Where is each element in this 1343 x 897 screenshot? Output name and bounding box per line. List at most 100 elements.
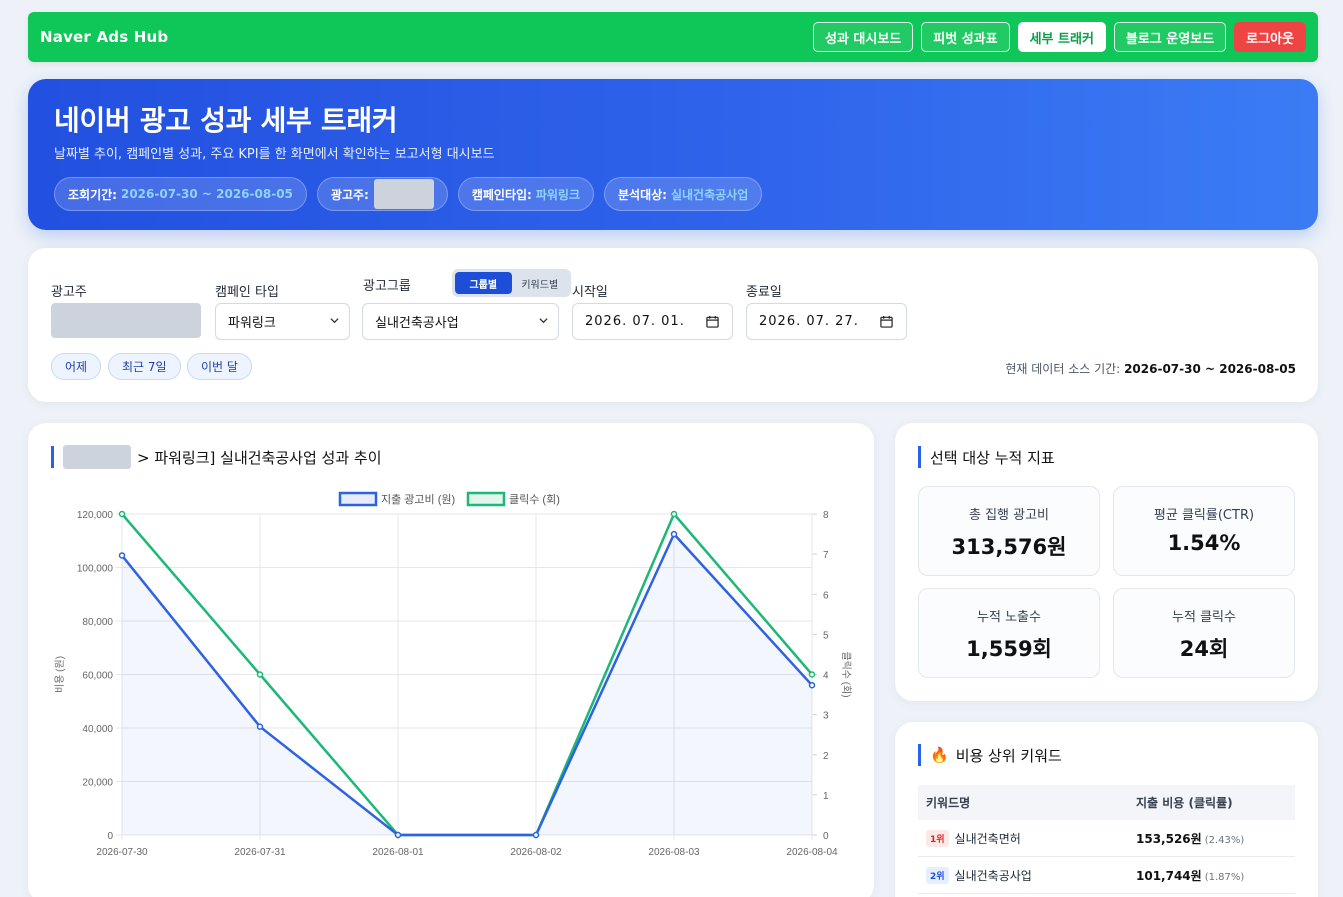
data-source-period: 현재 데이터 소스 기간: 2026-07-30 ~ 2026-08-05 — [1005, 360, 1296, 377]
campaign-type-chip-label: 캠페인타입: — [471, 187, 532, 202]
page-title: 네이버 광고 성과 세부 트래커 — [54, 104, 398, 137]
keyword-cost: 153,526원 — [1136, 831, 1202, 846]
campaign-type-chip-value: 파워링크 — [535, 187, 580, 202]
spend-data-point — [808, 681, 816, 689]
kpi-label: 총 집행 광고비 — [968, 508, 1050, 523]
keyword-name: 실내건축면허 — [954, 831, 1021, 846]
y-tick-label: 60,000 — [82, 671, 113, 682]
calendar-icon[interactable] — [706, 315, 719, 328]
kpi-title: 선택 대상 누적 지표 — [918, 446, 1055, 468]
y-tick-label: 0 — [107, 831, 113, 842]
col-keyword-name: 키워드명 — [926, 796, 971, 810]
hero-banner: 네이버 광고 성과 세부 트래커 날짜별 추이, 캠페인별 성과, 주요 KPI… — [28, 79, 1318, 230]
y-tick-label: 80,000 — [82, 617, 113, 628]
keyword-cost: 101,744원 — [1136, 868, 1202, 883]
campaign-type-select-value: 파워링크 — [228, 316, 276, 331]
y-axis-label: 비용 (원) — [54, 656, 66, 693]
nav-detail-tracker-button[interactable]: 세부 트래커 — [1017, 22, 1106, 52]
legend-label-clicks: 클릭수 (회) — [509, 493, 560, 506]
table-row[interactable]: 2위 실내건축공사업 101,744원 (1.87%) — [918, 857, 1295, 894]
keyword-ctr: (1.87%) — [1204, 871, 1245, 883]
table-header: 키워드명 지출 비용 (클릭률) — [918, 785, 1295, 820]
advertiser-chip: 광고주: — [316, 177, 448, 211]
campaign-type-select[interactable]: 파워링크 — [215, 303, 350, 340]
x-tick-label: 2026-07-31 — [234, 847, 286, 858]
chevron-down-icon — [539, 318, 548, 324]
end-date-value: 2026. 07. 27. — [759, 314, 859, 329]
x-tick-label: 2026-08-02 — [510, 847, 562, 858]
y2-tick-label: 3 — [823, 711, 829, 722]
nav-pivot-table-button[interactable]: 피벗 성과표 — [921, 22, 1010, 52]
y-tick-label: 100,000 — [77, 564, 114, 575]
y2-tick-label: 8 — [823, 510, 829, 521]
nav-blog-board-button[interactable]: 블로그 운영보드 — [1113, 22, 1227, 52]
kpi-label: 누적 노출수 — [977, 610, 1041, 625]
period-chip-label: 조회기간: — [68, 187, 117, 202]
kpi-card: 선택 대상 누적 지표 총 집행 광고비 313,576원 평균 클릭률(CTR… — [895, 423, 1318, 701]
chevron-down-icon — [330, 318, 339, 324]
kpi-total-spend: 총 집행 광고비 313,576원 — [918, 486, 1100, 576]
start-date-label: 시작일 — [572, 285, 608, 300]
y2-tick-label: 7 — [823, 550, 829, 561]
adgroup-select-value: 실내건축공사업 — [375, 316, 459, 331]
kpi-clicks: 누적 클릭수 24회 — [1113, 588, 1295, 678]
rank-badge: 1위 — [926, 829, 949, 847]
y2-tick-label: 1 — [823, 791, 829, 802]
clicks-data-point — [670, 510, 678, 518]
y2-tick-label: 5 — [823, 630, 829, 641]
kpi-avg-ctr: 평균 클릭률(CTR) 1.54% — [1113, 486, 1295, 576]
legend-label-spend: 지출 광고비 (원) — [381, 493, 455, 506]
kpi-value: 1.54% — [1167, 531, 1241, 555]
brand-logo[interactable]: Naver Ads Hub — [40, 28, 168, 46]
advertiser-redacted — [373, 179, 434, 209]
end-date-label: 종료일 — [746, 285, 782, 300]
period-chip: 조회기간: 2026-07-30 ~ 2026-08-05 — [54, 177, 307, 211]
toggle-by-keyword[interactable]: 키워드별 — [512, 272, 569, 294]
y-tick-label: 20,000 — [82, 778, 113, 789]
spend-data-point — [670, 530, 678, 538]
end-date-input[interactable]: 2026. 07. 27. — [746, 303, 907, 340]
data-source-label: 현재 데이터 소스 기간: — [1005, 362, 1121, 376]
adgroup-select[interactable]: 실내건축공사업 — [362, 303, 559, 340]
toggle-by-group[interactable]: 그룹별 — [455, 272, 512, 294]
x-tick-label: 2026-08-03 — [648, 847, 700, 858]
spend-data-point — [256, 723, 264, 730]
x-tick-label: 2026-08-01 — [372, 847, 424, 858]
quick-last-7-days-button[interactable]: 최근 7일 — [108, 353, 181, 380]
adgroup-view-toggle: 그룹별 키워드별 — [452, 269, 571, 297]
filter-panel: 광고주 캠페인 타입 파워링크 광고그룹 그룹별 키워드별 실내건축공사업 시작… — [28, 248, 1318, 402]
kpi-value: 1,559회 — [966, 637, 1052, 661]
advertiser-select[interactable] — [51, 303, 201, 338]
target-chip-label: 분석대상: — [618, 187, 667, 202]
kpi-value: 313,576원 — [951, 535, 1067, 559]
start-date-value: 2026. 07. 01. — [585, 314, 685, 329]
col-cost: 지출 비용 (클릭률) — [1136, 796, 1233, 810]
kpi-value: 24회 — [1179, 637, 1229, 661]
adgroup-label: 광고그룹 — [363, 279, 411, 294]
kpi-label: 누적 클릭수 — [1172, 610, 1236, 625]
top-keywords-card: 🔥 비용 상위 키워드 키워드명 지출 비용 (클릭률) 1위 실내건축면허 1… — [895, 722, 1318, 897]
trend-line-chart: 0 20,000 40,000 60,000 80,000 100,000 120,000 0… — [54, 491, 852, 858]
x-tick-label: 2026-07-30 — [96, 847, 148, 858]
keyword-name: 실내건축공사업 — [954, 868, 1032, 883]
advertiser-chip-label: 광고주: — [330, 187, 369, 202]
y2-tick-label: 2 — [823, 751, 829, 762]
keyword-ctr: (2.43%) — [1204, 834, 1245, 846]
legend-swatch-spend — [338, 491, 378, 507]
summary-chips: 조회기간: 2026-07-30 ~ 2026-08-05 광고주: 캠페인타입… — [54, 177, 1292, 211]
y2-tick-label: 6 — [823, 590, 829, 601]
y2-tick-label: 4 — [823, 671, 829, 682]
clicks-data-point — [256, 671, 264, 678]
nav-performance-dashboard-button[interactable]: 성과 대시보드 — [812, 22, 914, 52]
target-chip-value: 실내건축공사업 — [670, 187, 749, 202]
calendar-icon[interactable] — [880, 315, 893, 328]
logout-button[interactable]: 로그아웃 — [1234, 22, 1306, 52]
spend-data-point — [118, 552, 126, 559]
trend-chart-card: > 파워링크] 실내건축공사업 성과 추이 0 20,000 40,000 60,00… — [28, 423, 874, 897]
advertiser-label: 광고주 — [51, 285, 87, 300]
quick-yesterday-button[interactable]: 어제 — [51, 353, 102, 380]
quick-this-month-button[interactable]: 이번 달 — [187, 353, 252, 380]
start-date-input[interactable]: 2026. 07. 01. — [572, 303, 733, 340]
table-row[interactable]: 1위 실내건축면허 153,526원 (2.43%) — [918, 820, 1295, 857]
data-source-value: 2026-07-30 ~ 2026-08-05 — [1124, 362, 1296, 376]
